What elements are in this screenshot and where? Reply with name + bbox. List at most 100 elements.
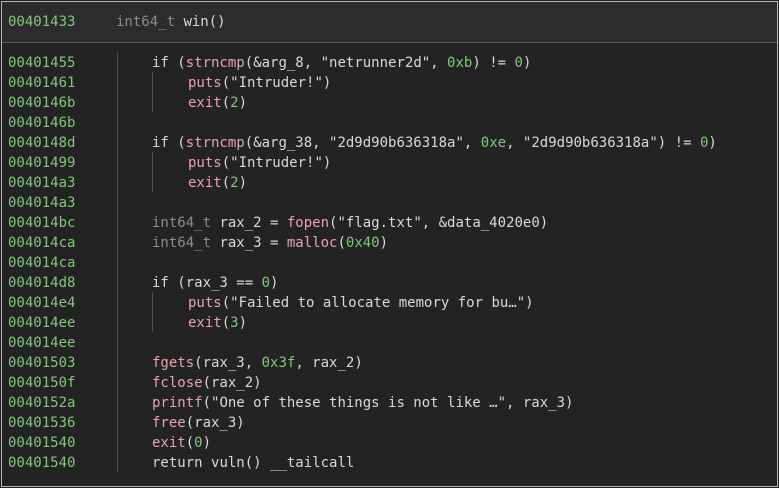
line-address[interactable]: 00401503 — [8, 353, 75, 373]
token-fn: exit — [188, 95, 222, 111]
code-line[interactable]: 004014ca int64_t rax_3 = malloc(0x40) — [2, 233, 777, 253]
function-name[interactable]: win — [183, 14, 208, 30]
code-text[interactable]: fgets(rax_3, 0x3f, rax_2) — [152, 353, 363, 373]
token-kw: rax_2 = — [219, 215, 287, 231]
code-text[interactable]: if (strncmp(&arg_38, "2d9d90b636318a", 0… — [152, 133, 717, 153]
token-fn: fclose — [152, 375, 203, 391]
token-kw: ) — [379, 235, 389, 251]
token-kw: (" — [329, 215, 346, 231]
line-address[interactable]: 00401540 — [8, 433, 75, 453]
indent-guide — [152, 292, 153, 332]
code-line[interactable]: 00401461 puts("Intruder!") — [2, 73, 777, 93]
line-address[interactable]: 004014ca — [8, 253, 75, 273]
token-kw: (rax_2) — [202, 375, 262, 391]
decompiler-view: 00401433 int64_t win() 00401455 if (strnc… — [1, 1, 778, 487]
code-line[interactable]: 00401455 if (strncmp(&arg_8, "netrunner2d… — [2, 53, 777, 73]
token-kw: if ( — [152, 55, 186, 71]
token-str: Intruder! — [238, 155, 315, 171]
code-line[interactable]: 004014bc int64_t rax_2 = fopen("flag.txt"… — [2, 213, 777, 233]
code-text[interactable]: if (strncmp(&arg_8, "netrunner2d", 0xb) … — [152, 53, 531, 73]
code-text[interactable]: printf("One of these things is not like … — [152, 393, 573, 413]
token-fn: strncmp — [185, 55, 245, 71]
line-address[interactable]: 00401499 — [8, 153, 75, 173]
function-address[interactable]: 00401433 — [8, 14, 75, 30]
return-type: int64_t — [116, 14, 176, 30]
code-text[interactable]: free(rax_3) — [152, 413, 245, 433]
token-num: 0x3f — [261, 355, 296, 371]
code-text[interactable]: int64_t rax_2 = fopen("flag.txt", &data_… — [152, 213, 548, 233]
code-line[interactable]: 004014a3 exit(2) — [2, 173, 777, 193]
code-line[interactable]: 0040152a printf("One of these things is n… — [2, 393, 777, 413]
code-line[interactable]: 00401536 free(rax_3) — [2, 413, 777, 433]
code-text[interactable]: return vuln() __tailcall — [152, 453, 354, 473]
code-text[interactable]: int64_t rax_3 = malloc(0x40) — [152, 233, 388, 253]
token-fn: fopen — [286, 215, 330, 231]
code-line[interactable]: 004014a3 — [2, 193, 777, 213]
token-str: Intruder! — [238, 75, 315, 91]
code-text[interactable]: puts("Failed to allocate memory for bu…"… — [188, 293, 534, 313]
line-address[interactable]: 004014ca — [8, 233, 75, 253]
code-text[interactable]: exit(0) — [152, 433, 211, 453]
code-line[interactable]: 004014e4 puts("Failed to allocate memory … — [2, 293, 777, 313]
line-address[interactable]: 004014d8 — [8, 273, 75, 293]
code-line[interactable]: 0040148d if (strncmp(&arg_38, "2d9d90b636… — [2, 133, 777, 153]
code-line[interactable]: 0040150f fclose(rax_2) — [2, 373, 777, 393]
token-str: Failed to allocate memory for bu… — [238, 295, 517, 311]
code-text[interactable]: fclose(rax_2) — [152, 373, 262, 393]
token-kw: return — [152, 455, 212, 471]
token-str: One of these things is not like … — [219, 395, 498, 411]
token-num: 3 — [230, 315, 239, 331]
line-address[interactable]: 0040146b — [8, 113, 75, 133]
token-num: 2 — [230, 95, 239, 111]
code-line[interactable]: 00401503 fgets(rax_3, 0x3f, rax_2) — [2, 353, 777, 373]
token-fn: printf — [152, 395, 203, 411]
token-kw: ) — [708, 135, 717, 151]
line-address[interactable]: 00401536 — [8, 413, 75, 433]
line-address[interactable]: 004014e4 — [8, 293, 75, 313]
line-address[interactable]: 0040148d — [8, 133, 75, 153]
line-address[interactable]: 004014ee — [8, 313, 75, 333]
code-line[interactable]: 00401540 exit(0) — [2, 433, 777, 453]
code-text[interactable]: exit(2) — [188, 173, 247, 193]
token-kw: (rax_3) — [185, 415, 245, 431]
token-kw: ( — [221, 95, 231, 111]
line-address[interactable]: 004014a3 — [8, 193, 75, 213]
line-address[interactable]: 00401461 — [8, 73, 75, 93]
code-line[interactable]: 0040146b exit(2) — [2, 93, 777, 113]
token-fn: free — [152, 415, 186, 431]
code-text[interactable]: if (rax_3 == 0) — [152, 273, 278, 293]
token-kw: ", — [421, 55, 448, 71]
token-fn: puts — [188, 295, 222, 311]
code-line[interactable]: 004014ca — [2, 253, 777, 273]
token-kw: ) — [238, 175, 248, 191]
code-text[interactable]: exit(3) — [188, 313, 247, 333]
code-line[interactable]: 00401499 puts("Intruder!") — [2, 153, 777, 173]
code-text[interactable]: exit(2) — [188, 93, 247, 113]
indent-guide — [152, 152, 153, 192]
line-address[interactable]: 004014ee — [8, 333, 75, 353]
line-address[interactable]: 00401455 — [8, 53, 75, 73]
token-kw: (rax_3, — [194, 355, 262, 371]
code-line[interactable]: 004014ee exit(3) — [2, 313, 777, 333]
token-kw: vuln() __tailcall — [211, 455, 355, 471]
token-str: flag.txt — [345, 215, 414, 231]
function-signature[interactable]: int64_t win() — [116, 14, 226, 30]
code-line[interactable]: 004014ee — [2, 333, 777, 353]
line-address[interactable]: 00401540 — [8, 453, 75, 473]
code-line[interactable]: 00401540 return vuln() __tailcall — [2, 453, 777, 473]
token-kw: ( — [221, 175, 231, 191]
token-num: 2 — [230, 175, 239, 191]
code-line[interactable]: 004014d8 if (rax_3 == 0) — [2, 273, 777, 293]
code-line[interactable]: 0040146b — [2, 113, 777, 133]
code-text[interactable]: puts("Intruder!") — [188, 73, 331, 93]
line-address[interactable]: 0040152a — [8, 393, 75, 413]
token-fn: exit — [188, 175, 222, 191]
token-kw: , " — [506, 135, 532, 151]
line-address[interactable]: 0040146b — [8, 93, 75, 113]
token-fn: malloc — [286, 235, 338, 251]
line-address[interactable]: 0040150f — [8, 373, 75, 393]
token-num: 0xb — [447, 55, 473, 71]
code-text[interactable]: puts("Intruder!") — [188, 153, 331, 173]
line-address[interactable]: 004014a3 — [8, 173, 75, 193]
line-address[interactable]: 004014bc — [8, 213, 75, 233]
